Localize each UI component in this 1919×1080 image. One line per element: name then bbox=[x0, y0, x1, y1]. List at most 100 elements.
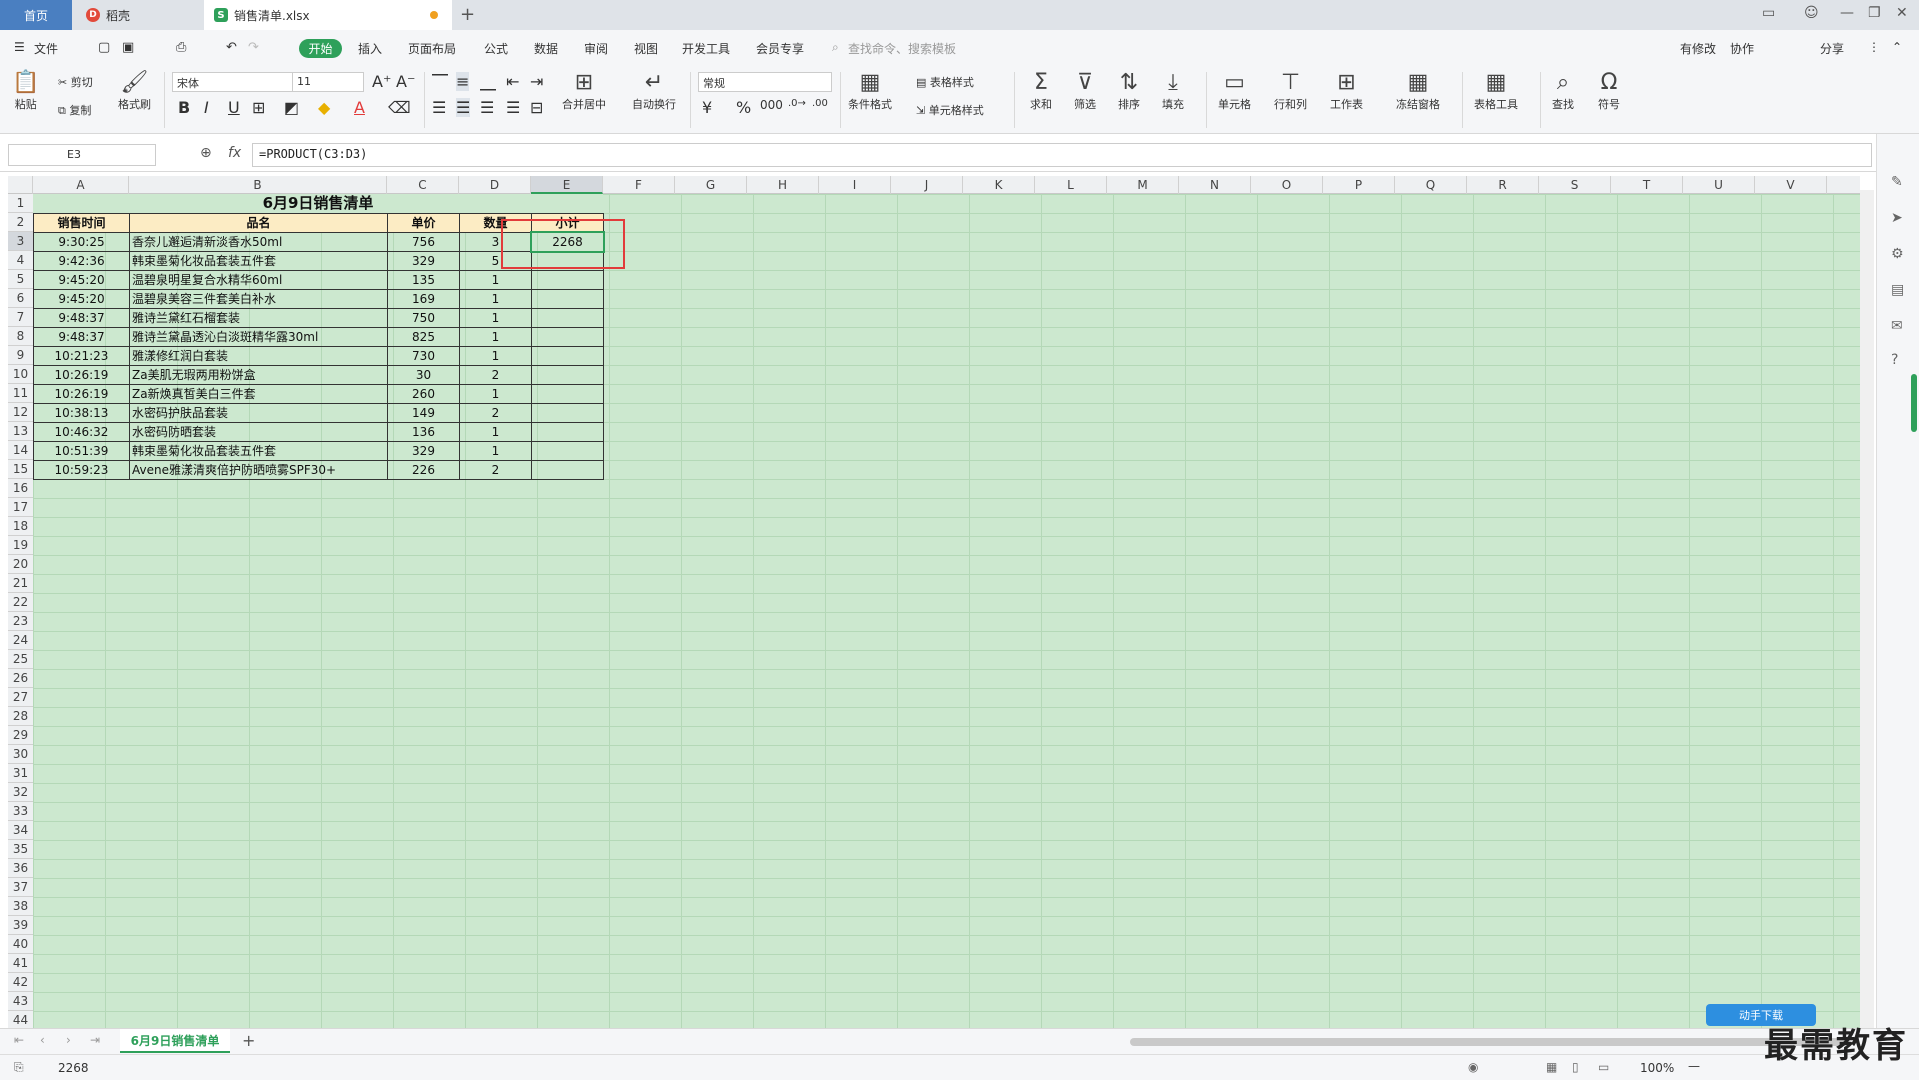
decrease-font-icon[interactable]: A⁻ bbox=[396, 72, 415, 91]
align-left-icon[interactable]: ☰ bbox=[432, 98, 446, 117]
next-sheet-icon[interactable]: › bbox=[66, 1033, 71, 1047]
menu-file[interactable]: 文件 bbox=[34, 40, 58, 57]
cell-a13[interactable]: 10:46:32 bbox=[33, 422, 130, 442]
menu-data[interactable]: 数据 bbox=[534, 40, 558, 57]
page-layout-view-icon[interactable]: ▯ bbox=[1572, 1060, 1579, 1074]
row-header-40[interactable]: 40 bbox=[8, 935, 33, 954]
cut-button[interactable]: ✂ 剪切 bbox=[58, 74, 93, 90]
sheet-tab[interactable]: 6月9日销售清单 bbox=[120, 1029, 230, 1053]
row-header-3[interactable]: 3 bbox=[8, 232, 33, 251]
column-header-g[interactable]: G bbox=[675, 176, 747, 194]
cell-c8[interactable]: 825 bbox=[387, 327, 460, 347]
cell-a10[interactable]: 10:26:19 bbox=[33, 365, 130, 385]
row-header-10[interactable]: 10 bbox=[8, 365, 33, 384]
menu-page-layout[interactable]: 页面布局 bbox=[408, 40, 456, 57]
fill-color-icon[interactable]: ◆ bbox=[318, 98, 330, 117]
column-header-b[interactable]: B bbox=[129, 176, 387, 194]
column-header-d[interactable]: D bbox=[459, 176, 531, 194]
page-break-view-icon[interactable]: ▭ bbox=[1598, 1060, 1609, 1074]
cell-b10[interactable]: Za美肌无瑕两用粉饼盒 bbox=[129, 365, 388, 385]
formula-input[interactable]: =PRODUCT(C3:D3) bbox=[252, 143, 1872, 167]
zoom-level[interactable]: 100% bbox=[1640, 1061, 1674, 1075]
cell-b12[interactable]: 水密码护肤品套装 bbox=[129, 403, 388, 423]
cell-style-button[interactable]: ⇲ 单元格样式 bbox=[916, 102, 984, 118]
select-all-corner[interactable] bbox=[8, 176, 33, 194]
cell-e10[interactable] bbox=[531, 365, 604, 385]
worksheet-button[interactable]: ⊞ 工作表 bbox=[1330, 70, 1363, 112]
cell-c5[interactable]: 135 bbox=[387, 270, 460, 290]
row-header-13[interactable]: 13 bbox=[8, 422, 33, 441]
row-header-26[interactable]: 26 bbox=[8, 669, 33, 688]
find-button[interactable]: ⌕ 查找 bbox=[1552, 70, 1574, 112]
font-name-select[interactable]: 宋体 bbox=[172, 72, 294, 92]
cell-e13[interactable] bbox=[531, 422, 604, 442]
sort-button[interactable]: ⇅ 排序 bbox=[1118, 70, 1140, 112]
cell-a12[interactable]: 10:38:13 bbox=[33, 403, 130, 423]
cell-b4[interactable]: 韩束墨菊化妆品套装五件套 bbox=[129, 251, 388, 271]
cell-c12[interactable]: 149 bbox=[387, 403, 460, 423]
align-top-icon[interactable]: ⎺ bbox=[432, 72, 448, 92]
restore-icon[interactable]: ❐ bbox=[1868, 5, 1881, 21]
last-sheet-icon[interactable]: ⇥ bbox=[90, 1033, 100, 1047]
cell-e14[interactable] bbox=[531, 441, 604, 461]
collapse-ribbon-icon[interactable]: ⌃ bbox=[1892, 40, 1902, 54]
cell-d11[interactable]: 1 bbox=[459, 384, 532, 404]
cell-d6[interactable]: 1 bbox=[459, 289, 532, 309]
cell-b14[interactable]: 韩束墨菊化妆品套装五件套 bbox=[129, 441, 388, 461]
row-header-7[interactable]: 7 bbox=[8, 308, 33, 327]
row-header-6[interactable]: 6 bbox=[8, 289, 33, 308]
column-header-l[interactable]: L bbox=[1035, 176, 1107, 194]
cell-a11[interactable]: 10:26:19 bbox=[33, 384, 130, 404]
side-slider[interactable] bbox=[1911, 374, 1917, 432]
row-header-32[interactable]: 32 bbox=[8, 783, 33, 802]
wrap-text-button[interactable]: ↵ 自动换行 bbox=[632, 70, 676, 112]
cell-button[interactable]: ▭ 单元格 bbox=[1218, 70, 1251, 112]
backup-icon[interactable]: ▤ bbox=[1891, 282, 1904, 298]
paste-button[interactable]: 📋 粘贴 bbox=[12, 70, 39, 112]
row-header-20[interactable]: 20 bbox=[8, 555, 33, 574]
row-header-39[interactable]: 39 bbox=[8, 916, 33, 935]
column-header-c[interactable]: C bbox=[387, 176, 459, 194]
cell-a15[interactable]: 10:59:23 bbox=[33, 460, 130, 480]
conditional-format-button[interactable]: ▦ 条件格式 bbox=[848, 70, 892, 112]
cell-c11[interactable]: 260 bbox=[387, 384, 460, 404]
cell-c10[interactable]: 30 bbox=[387, 365, 460, 385]
menu-developer[interactable]: 开发工具 bbox=[682, 40, 730, 57]
cell-a9[interactable]: 10:21:23 bbox=[33, 346, 130, 366]
row-header-9[interactable]: 9 bbox=[8, 346, 33, 365]
currency-icon[interactable]: ¥ bbox=[702, 98, 712, 117]
align-right-icon[interactable]: ☰ bbox=[480, 98, 494, 117]
select-icon[interactable]: ➤ bbox=[1891, 210, 1903, 226]
share-button[interactable]: 分享 bbox=[1820, 40, 1844, 57]
distribute-icon[interactable]: ⊟ bbox=[530, 98, 543, 117]
cell-e5[interactable] bbox=[531, 270, 604, 290]
font-color-icon[interactable]: A bbox=[354, 98, 365, 117]
cell-d13[interactable]: 1 bbox=[459, 422, 532, 442]
print-icon[interactable]: ⎙ bbox=[176, 40, 186, 55]
cell-c7[interactable]: 750 bbox=[387, 308, 460, 328]
row-header-18[interactable]: 18 bbox=[8, 517, 33, 536]
cell-b8[interactable]: 雅诗兰黛晶透沁白淡斑精华露30ml bbox=[129, 327, 388, 347]
cell-b13[interactable]: 水密码防晒套装 bbox=[129, 422, 388, 442]
underline-icon[interactable]: U bbox=[228, 98, 240, 117]
tab-home[interactable]: 首页 bbox=[0, 0, 72, 30]
settings-icon[interactable]: ⚙ bbox=[1891, 246, 1904, 262]
add-sheet-icon[interactable]: + bbox=[242, 1031, 255, 1050]
row-header-2[interactable]: 2 bbox=[8, 213, 33, 232]
redo-icon[interactable]: ↷ bbox=[248, 40, 259, 55]
row-header-5[interactable]: 5 bbox=[8, 270, 33, 289]
cell-a5[interactable]: 9:45:20 bbox=[33, 270, 130, 290]
row-header-25[interactable]: 25 bbox=[8, 650, 33, 669]
cell-c6[interactable]: 169 bbox=[387, 289, 460, 309]
format-painter-button[interactable]: 🖌 格式刷 bbox=[118, 70, 151, 112]
clear-icon[interactable]: ⌫ bbox=[388, 98, 411, 117]
table-tools-button[interactable]: ▦ 表格工具 bbox=[1474, 70, 1518, 112]
column-header-m[interactable]: M bbox=[1107, 176, 1179, 194]
justify-icon[interactable]: ☰ bbox=[506, 98, 520, 117]
cell-c3[interactable]: 756 bbox=[387, 232, 460, 252]
filter-button[interactable]: ⊽ 筛选 bbox=[1074, 70, 1096, 112]
zoom-out-icon[interactable]: — bbox=[1688, 1059, 1700, 1073]
column-header-q[interactable]: Q bbox=[1395, 176, 1467, 194]
cell-a4[interactable]: 9:42:36 bbox=[33, 251, 130, 271]
sheet-title[interactable]: 6月9日销售清单 bbox=[33, 194, 603, 213]
